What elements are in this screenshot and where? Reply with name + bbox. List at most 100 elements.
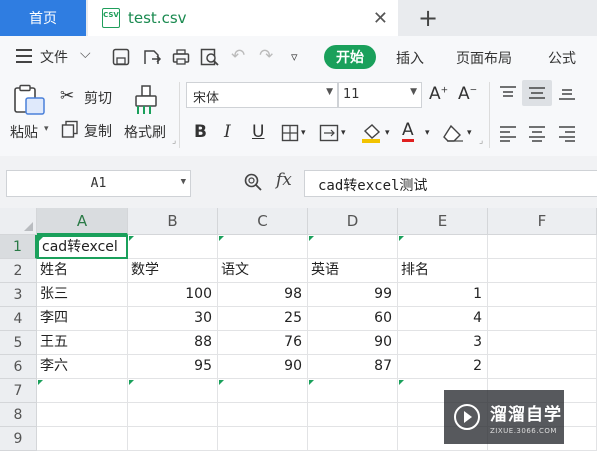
cell-b8[interactable] [128,403,218,427]
font-size-select[interactable]: 11 ▼ [338,82,422,108]
column-header-d[interactable]: D [308,208,398,235]
hamburger-menu-icon[interactable] [16,49,32,63]
italic-icon[interactable]: I [224,122,231,142]
chevron-down-icon[interactable]: ▾ [467,128,472,138]
cell-e4[interactable]: 4 [398,307,488,331]
align-top-icon[interactable] [498,84,518,102]
cell-e2[interactable]: 排名 [398,259,488,283]
cell-b4[interactable]: 30 [128,307,218,331]
align-right-icon[interactable] [557,124,577,142]
cell-d1[interactable] [308,235,398,259]
row-header-5[interactable]: 5 [0,331,37,355]
cell-c9[interactable] [218,427,308,451]
select-all-corner[interactable] [0,208,37,235]
cell-c4[interactable]: 25 [218,307,308,331]
cut-button[interactable]: 剪切 [84,88,112,108]
cell-c6[interactable]: 90 [218,355,308,379]
cell-d2[interactable]: 英语 [308,259,398,283]
ribbon-tab-insert[interactable]: 插入 [396,48,424,68]
undo-icon[interactable]: ↶ [231,46,245,66]
row-header-3[interactable]: 3 [0,283,37,307]
font-group-expand-icon[interactable]: ⌟ [479,136,483,146]
cell-a7[interactable] [37,379,128,403]
file-menu[interactable]: 文件 [40,47,68,67]
cell-f2[interactable] [488,259,597,283]
cell-f5[interactable] [488,331,597,355]
cell-d6[interactable]: 87 [308,355,398,379]
paste-button[interactable]: 粘贴 [10,122,38,142]
underline-icon[interactable]: U [252,122,264,142]
cell-a5[interactable]: 王五 [37,331,128,355]
cell-b5[interactable]: 88 [128,331,218,355]
close-icon[interactable]: ✕ [373,8,388,29]
align-center-icon[interactable] [527,124,547,142]
clear-format-icon[interactable] [443,124,465,142]
copy-icon[interactable] [61,120,79,138]
cell-b9[interactable] [128,427,218,451]
clipboard-group-expand-icon[interactable]: ⌟ [172,136,176,146]
cell-c1[interactable] [218,235,308,259]
row-header-2[interactable]: 2 [0,259,37,283]
cell-f6[interactable] [488,355,597,379]
increase-font-size-icon[interactable]: A+ [429,84,448,104]
save-icon[interactable] [112,48,130,66]
cell-d7[interactable] [308,379,398,403]
cell-c8[interactable] [218,403,308,427]
cell-b6[interactable]: 95 [128,355,218,379]
cell-e6[interactable]: 2 [398,355,488,379]
align-bottom-icon[interactable] [557,84,577,102]
format-painter-button[interactable]: 格式刷 [124,122,166,142]
merge-cells-icon[interactable] [319,124,339,142]
row-header-9[interactable]: 9 [0,427,37,451]
tab-home[interactable]: 首页 [0,0,86,36]
cell-c2[interactable]: 语文 [218,259,308,283]
copy-button[interactable]: 复制 [84,121,112,141]
export-icon[interactable] [142,48,162,66]
chevron-down-icon[interactable]: ⌵ [80,46,91,62]
name-box[interactable]: A1 ▼ [6,170,191,197]
row-header-8[interactable]: 8 [0,403,37,427]
paste-icon[interactable] [12,84,46,116]
chevron-down-icon[interactable]: ▾ [425,128,430,138]
chevron-down-icon[interactable]: ▾ [301,128,306,138]
cell-d5[interactable]: 90 [308,331,398,355]
cell-d9[interactable] [308,427,398,451]
column-header-a[interactable]: A [37,208,128,235]
cell-e5[interactable]: 3 [398,331,488,355]
redo-icon[interactable]: ↷ [259,46,273,66]
fx-icon[interactable]: fx [276,170,292,190]
column-header-e[interactable]: E [398,208,488,235]
font-color-icon[interactable]: A [402,122,414,142]
cell-a9[interactable] [37,427,128,451]
row-header-7[interactable]: 7 [0,379,37,403]
chevron-down-icon[interactable]: ▾ [385,128,390,138]
cell-c7[interactable] [218,379,308,403]
fill-color-icon[interactable] [360,122,382,144]
cell-d3[interactable]: 99 [308,283,398,307]
print-preview-icon[interactable] [200,48,220,66]
align-left-icon[interactable] [498,124,518,142]
ribbon-tab-page-layout[interactable]: 页面布局 [456,48,512,68]
cell-f3[interactable] [488,283,597,307]
cell-a4[interactable]: 李四 [37,307,128,331]
cell-a3[interactable]: 张三 [37,283,128,307]
cell-a6[interactable]: 李六 [37,355,128,379]
cut-icon[interactable]: ✂ [60,86,74,106]
tab-test-csv[interactable]: CSV test.csv ✕ [88,0,398,36]
cell-c5[interactable]: 76 [218,331,308,355]
ribbon-tab-start[interactable]: 开始 [324,45,376,69]
format-painter-icon[interactable] [132,84,162,116]
print-icon[interactable] [172,48,190,66]
row-header-4[interactable]: 4 [0,307,37,331]
new-tab-plus-icon[interactable]: + [418,4,438,32]
cell-d8[interactable] [308,403,398,427]
formula-input[interactable]: cad转excel测试 [304,170,597,197]
cell-f1[interactable] [488,235,597,259]
cell-f4[interactable] [488,307,597,331]
row-header-6[interactable]: 6 [0,355,37,379]
ribbon-tab-formula[interactable]: 公式 [548,48,576,68]
borders-icon[interactable] [281,124,299,142]
column-header-b[interactable]: B [128,208,218,235]
cell-a1[interactable]: cad转excel [37,235,128,259]
cell-c3[interactable]: 98 [218,283,308,307]
